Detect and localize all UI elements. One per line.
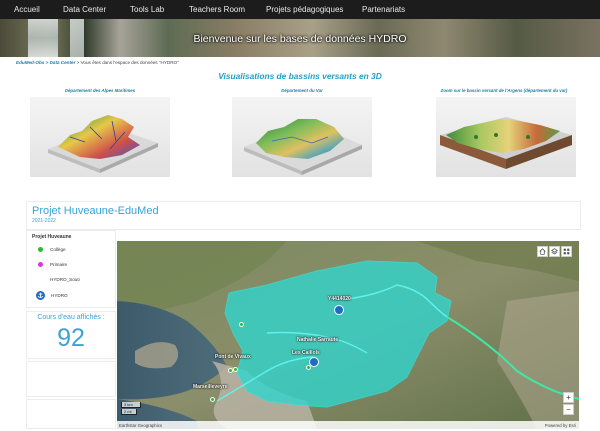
breadcrumb-current: > Vous êtes dans l'espace des données "H… [76,60,179,65]
nav-accueil[interactable]: Accueil [14,5,40,14]
college-marker[interactable] [233,367,238,372]
nav-data-center[interactable]: Data Center [63,5,106,14]
hydro-station-marker[interactable] [334,305,344,315]
nav-partenariats[interactable]: Partenariats [362,5,405,14]
breadcrumb-link-edumed[interactable]: EduMed-Obs [16,60,44,65]
legend-item-primaire: Primaire [38,262,67,267]
primaire-dot-icon [38,262,43,267]
breadcrumb: EduMed-Obs > Data Center > Vous êtes dan… [16,60,179,65]
legend-item-college: Collège [38,247,66,252]
zoom-out-button[interactable]: − [563,404,574,415]
banner-title: Bienvenue sur les bases de données HYDRO [193,33,407,45]
thumb-argens-3d[interactable] [436,97,576,177]
satellite-map[interactable] [117,241,579,429]
legend-title: Projet Huveaune [32,234,72,240]
empty-card-2 [26,399,116,429]
var-relief-image [244,119,362,175]
thumb-caption-var[interactable]: Département du Var [232,88,372,93]
map-label-marseilleveyre: Marseilleveyre [193,384,228,390]
nav-teachers-room[interactable]: Teachers Room [189,5,245,14]
top-navigation: Accueil Data Center Tools Lab Teachers R… [0,0,600,19]
map-home-button[interactable] [537,246,548,257]
college-dot-icon [38,247,43,252]
layers-icon [551,248,558,255]
grid-icon [563,248,570,255]
attribution-source: Earthstar Geographics [119,423,162,428]
legend-item-hydro: HYDRO [36,291,68,300]
alpes-relief-image [48,115,158,173]
legend-label: HYDRO [51,293,68,298]
nav-projets-pedagogiques[interactable]: Projets pédagogiques [266,5,343,14]
legend-label: Primaire [50,262,68,267]
map-label-nathalie-sarraute: Nathalie Sarraute [297,337,339,343]
thumb-var-3d[interactable] [232,97,372,177]
legend-label: Collège [50,247,66,252]
home-icon [539,248,546,255]
attribution-powered[interactable]: Powered by Esri [545,423,576,428]
project-years: 2021-2022 [32,218,56,224]
zoom-in-button[interactable]: + [563,392,574,403]
nav-tools-lab[interactable]: Tools Lab [130,5,164,14]
blank-dot-icon [38,277,43,282]
college-marker[interactable] [239,322,244,327]
map-scale-bar: 3 km 2 mi [121,402,141,416]
project-title: Projet Huveaune-EduMed [32,205,159,217]
header-banner: Bienvenue sur les bases de données HYDRO [0,19,600,57]
thumb-caption-alpes[interactable]: Département des Alpes Maritimes [30,88,170,93]
counter-label: Cours d'eau affichés : [37,314,105,321]
breadcrumb-link-datacenter[interactable]: Data Center [50,60,76,65]
map-canvas [117,241,579,429]
thumb-alpes-maritimes-3d[interactable] [30,97,170,177]
scale-km: 3 km [121,402,141,408]
counter-value: 92 [57,324,85,352]
college-marker[interactable] [210,397,215,402]
map-layers-button[interactable] [549,246,560,257]
visualisations-title: Visualisations de bassins versants en 3D [218,71,382,81]
map-label-pont-de-vivaux: Pont de Vivaux [215,354,251,360]
breadcrumb-sep: > [45,60,49,65]
scale-mi: 2 mi [121,409,137,415]
thumb-caption-argens[interactable]: Zoom sur le bassin versant de l'Argens (… [424,88,584,93]
empty-card-1 [26,361,116,397]
argens-relief-image [440,117,572,169]
anchor-icon [36,291,45,300]
map-label-les-caillols: Les Caillols [292,350,320,356]
map-basemap-button[interactable] [561,246,572,257]
map-attribution: Earthstar Geographics Powered by Esri [117,421,579,429]
college-marker[interactable] [306,365,311,370]
legend-label: HYDRO_Souti [50,277,80,282]
map-label-station: Y4414020 [328,296,351,302]
legend-item-hydro-souti: HYDRO_Souti [38,277,80,282]
